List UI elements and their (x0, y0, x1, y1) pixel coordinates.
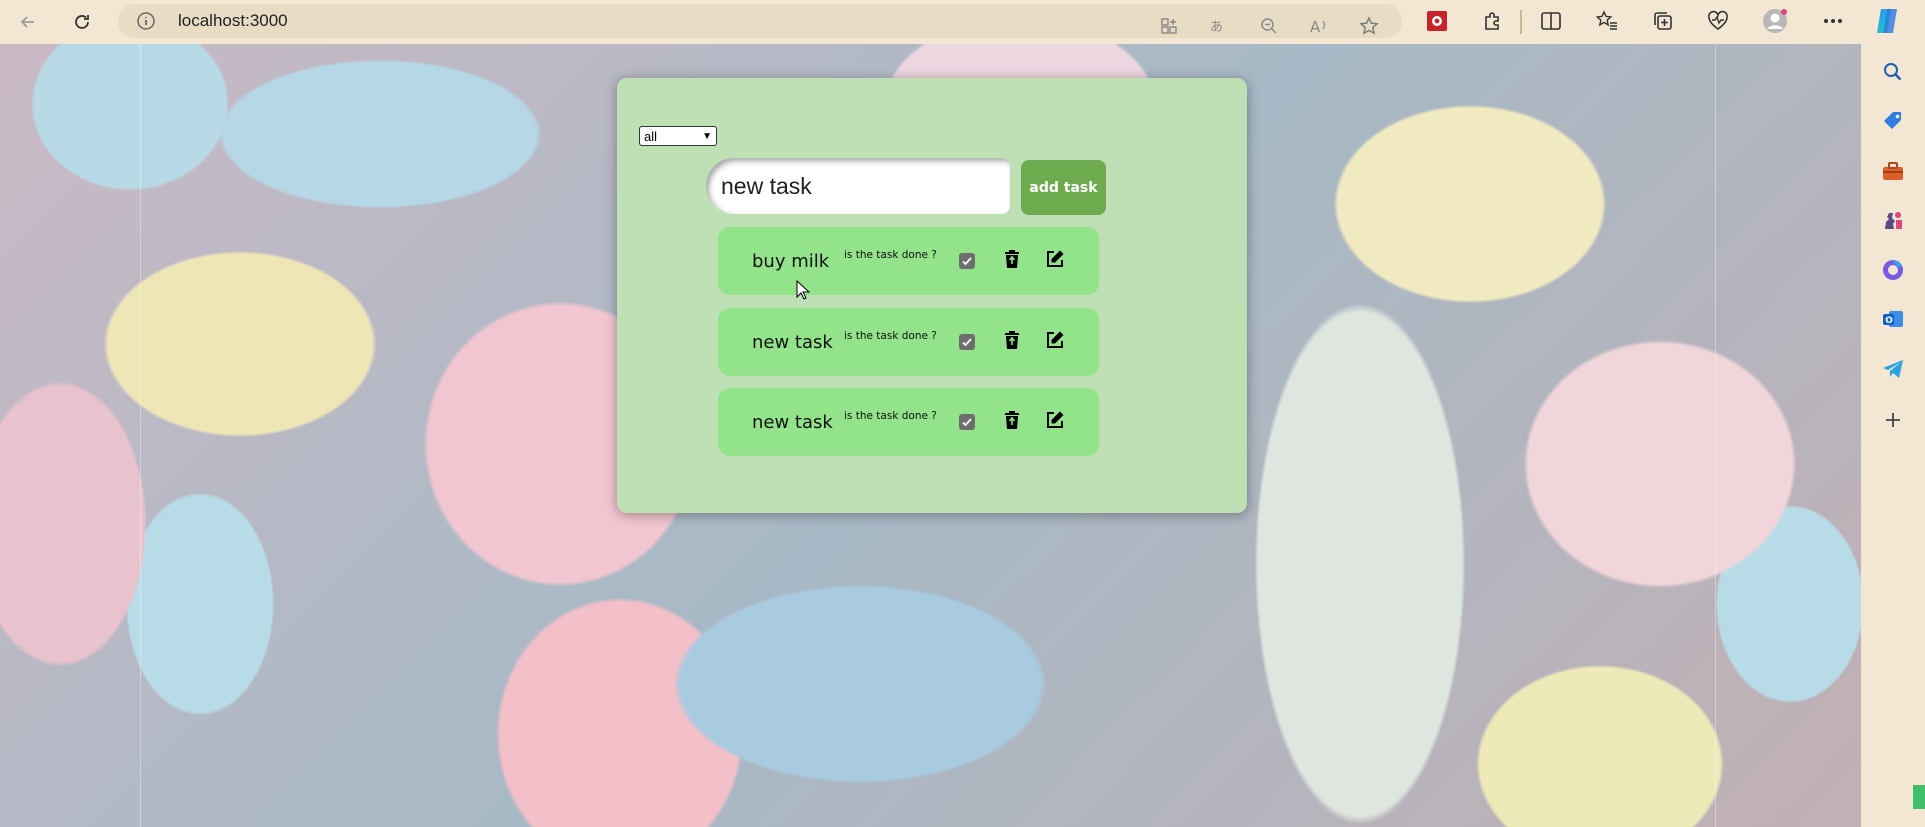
browser-toolbar: localhost:3000 あ A (0, 0, 1925, 44)
trash-icon[interactable] (1003, 330, 1021, 350)
task-done-checkbox[interactable] (959, 334, 975, 350)
zoom-out-icon[interactable] (1256, 13, 1282, 39)
filter-select[interactable]: all ▼ (639, 126, 717, 146)
chevron-down-icon: ▼ (702, 130, 712, 142)
task-name: new task (752, 331, 833, 353)
svg-text:O: O (1885, 316, 1893, 326)
translate-icon[interactable]: あ (1206, 13, 1232, 39)
task-done-question: is the task done ? (844, 330, 937, 342)
task-item: new task is the task done ? (718, 388, 1099, 456)
trash-icon[interactable] (1003, 410, 1021, 430)
todo-card: all ▼ new task add task buy milk is the … (617, 78, 1247, 513)
copilot-icon[interactable] (1872, 6, 1902, 36)
address-bar[interactable]: localhost:3000 あ A (118, 4, 1402, 38)
split-screen-icon[interactable] (1536, 6, 1566, 36)
svg-text:あ: あ (1210, 20, 1223, 35)
task-done-question: is the task done ? (844, 410, 937, 422)
refresh-icon[interactable] (68, 8, 96, 36)
tools-icon[interactable] (1879, 157, 1907, 185)
microsoft365-icon[interactable] (1879, 256, 1907, 284)
profile-icon[interactable] (1760, 6, 1790, 36)
new-task-input-value: new task (721, 172, 812, 199)
search-icon[interactable] (1879, 58, 1907, 86)
edit-icon[interactable] (1045, 249, 1065, 269)
trash-icon[interactable] (1003, 249, 1021, 269)
apps-icon[interactable] (1156, 13, 1182, 39)
collections-icon[interactable] (1648, 6, 1678, 36)
new-task-input[interactable]: new task (706, 158, 1010, 214)
task-name: buy milk (752, 250, 830, 272)
sidebar-indicator (1913, 785, 1925, 809)
toolbar-separator (1520, 10, 1522, 34)
background-edge (140, 44, 141, 827)
telegram-icon[interactable] (1879, 355, 1907, 383)
add-icon[interactable] (1879, 406, 1907, 434)
task-item: buy milk is the task done ? (718, 227, 1099, 295)
shopping-tag-icon[interactable] (1879, 107, 1907, 135)
favorites-icon[interactable] (1592, 6, 1622, 36)
extensions-puzzle-icon[interactable] (1478, 6, 1508, 36)
favorite-star-icon[interactable] (1356, 13, 1382, 39)
task-done-question: is the task done ? (844, 249, 937, 261)
add-task-button[interactable]: add task (1021, 160, 1106, 215)
filter-selected-value: all (644, 128, 658, 144)
browser-essentials-icon[interactable] (1703, 6, 1733, 36)
read-aloud-icon[interactable]: A (1306, 13, 1332, 39)
task-item: new task is the task done ? (718, 308, 1099, 376)
svg-text:A: A (1310, 18, 1321, 35)
mouse-cursor-icon (796, 279, 811, 300)
url-text[interactable]: localhost:3000 (178, 11, 288, 31)
task-name: new task (752, 411, 833, 433)
outlook-icon[interactable]: O (1879, 305, 1907, 333)
extension-red-icon[interactable] (1422, 6, 1452, 36)
back-icon[interactable] (14, 8, 42, 36)
background-edge (1715, 44, 1716, 827)
browser-sidebar: O (1861, 44, 1925, 827)
edit-icon[interactable] (1045, 410, 1065, 430)
more-icon[interactable] (1818, 6, 1848, 36)
info-icon[interactable] (136, 11, 156, 31)
edit-icon[interactable] (1045, 330, 1065, 350)
task-done-checkbox[interactable] (959, 414, 975, 430)
task-done-checkbox[interactable] (959, 253, 975, 269)
games-icon[interactable] (1879, 206, 1907, 234)
